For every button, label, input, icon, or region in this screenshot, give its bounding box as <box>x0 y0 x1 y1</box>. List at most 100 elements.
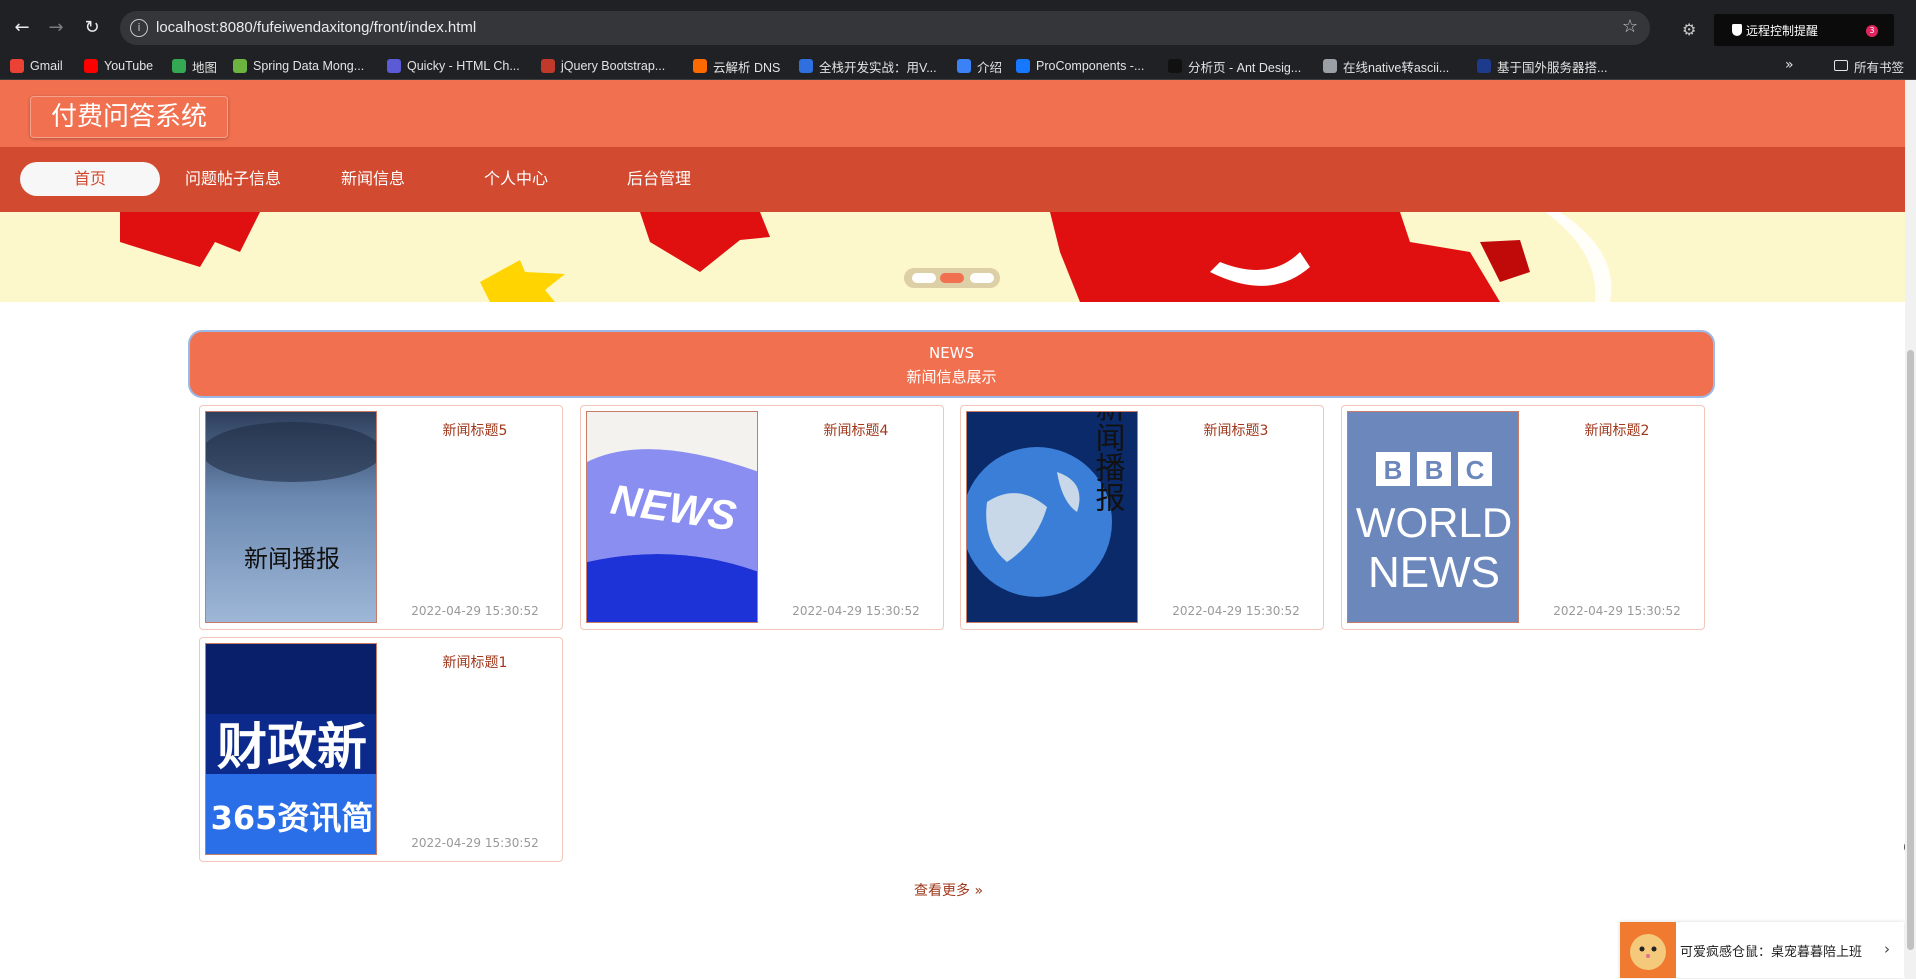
news-date: 2022-04-29 15:30:52 <box>792 604 920 618</box>
double-chevron-right-icon: » <box>974 883 984 899</box>
news-thumbnail[interactable]: 新闻播报 <box>966 411 1138 623</box>
section-title-cn: 新闻信息展示 <box>906 368 997 386</box>
bookmark-item[interactable]: 在线native转ascii... <box>1323 57 1449 75</box>
site-header: 付费问答系统 <box>0 80 1905 147</box>
section-title-en: NEWS <box>928 344 975 362</box>
news-card[interactable]: NEWS 新闻标题4 2022-04-29 15:30:52 <box>580 405 944 630</box>
news-title[interactable]: 新闻标题2 <box>1532 420 1702 440</box>
bookmark-item[interactable]: 云解析 DNS <box>693 57 780 75</box>
pet-widget-text: 可爱疯感仓鼠：桌宠暮暮陪上班 <box>1680 945 1863 960</box>
bookmark-label: 云解析 DNS <box>713 60 781 75</box>
news-title[interactable]: 新闻标题4 <box>771 420 941 440</box>
carousel-banner[interactable] <box>0 212 1905 302</box>
nav-home[interactable]: 首页 <box>20 162 160 196</box>
svg-text:WORLD: WORLD <box>1356 499 1512 546</box>
bookmark-item[interactable]: Spring Data Mong... <box>233 57 364 75</box>
news-card[interactable]: 新闻播报 新闻标题3 2022-04-29 15:30:52 <box>960 405 1324 630</box>
bookmark-label: 基于国外服务器搭... <box>1497 60 1608 75</box>
bookmark-item[interactable]: Gmail <box>10 57 63 75</box>
view-more-label: 查看更多 <box>914 883 970 899</box>
news-title[interactable]: 新闻标题5 <box>390 420 560 440</box>
address-bar[interactable]: i localhost:8080/fufeiwendaxitong/front/… <box>120 11 1650 45</box>
bookmark-item[interactable]: jQuery Bootstrap... <box>541 57 665 75</box>
scrollbar-thumb[interactable] <box>1907 350 1914 950</box>
news-card[interactable]: 财政新 365资讯简 新闻标题1 2022-04-29 15:30:52 <box>199 637 563 862</box>
carousel-dot-1[interactable] <box>912 273 936 283</box>
bookmark-favicon-icon <box>693 59 707 73</box>
bookmark-favicon-icon <box>172 59 186 73</box>
chevron-right-icon[interactable]: › <box>1884 940 1890 958</box>
bookmark-favicon-icon <box>957 59 971 73</box>
page-viewport: 付费问答系统 首页 问题帖子信息 新闻信息 个人中心 后台管理 NEWS 新闻信… <box>0 80 1905 979</box>
carousel-indicators <box>904 268 1000 288</box>
svg-text:财政新: 财政新 <box>217 718 367 776</box>
bookmark-item[interactable]: 全栈开发实战：用V... <box>799 57 937 75</box>
banner-illustration <box>120 212 1612 302</box>
bookmark-favicon-icon <box>233 59 247 73</box>
bookmark-item[interactable]: 介绍 <box>957 57 1002 75</box>
bookmark-item[interactable]: Quicky - HTML Ch... <box>387 57 520 75</box>
bookmark-label: Gmail <box>30 59 63 73</box>
view-more-link[interactable]: 查看更多 » <box>914 880 983 900</box>
main-nav: 首页 问题帖子信息 新闻信息 个人中心 后台管理 <box>0 147 1905 212</box>
browser-toolbar: ← → ↻ i localhost:8080/fufeiwendaxitong/… <box>0 8 1916 48</box>
svg-text:365资讯简: 365资讯简 <box>211 799 374 837</box>
page-scrollbar[interactable] <box>1905 80 1916 979</box>
svg-text:C: C <box>1466 455 1485 485</box>
news-thumbnail[interactable]: NEWS <box>586 411 758 623</box>
news-section-header: NEWS 新闻信息展示 <box>188 330 1715 398</box>
news-thumbnail[interactable]: 新闻播报 <box>205 411 377 623</box>
bookmark-label: 介绍 <box>977 60 1003 75</box>
all-bookmarks-label: 所有书签 <box>1854 61 1905 75</box>
bookmark-item[interactable]: 分析页 - Ant Desig... <box>1168 57 1301 75</box>
news-card[interactable]: 新闻播报 新闻标题5 2022-04-29 15:30:52 <box>199 405 563 630</box>
news-title[interactable]: 新闻标题1 <box>390 652 560 672</box>
remote-control-popup[interactable]: 远程控制提醒 3 <box>1714 14 1894 46</box>
carousel-dot-3[interactable] <box>970 273 994 283</box>
thumb-caption: 新闻播报 <box>244 545 340 573</box>
svg-text:NEWS: NEWS <box>1368 548 1500 597</box>
news-thumbnail[interactable]: B B C WORLD NEWS <box>1347 411 1519 623</box>
news-thumbnail[interactable]: 财政新 365资讯简 <box>205 643 377 855</box>
site-logo[interactable]: 付费问答系统 <box>30 96 228 138</box>
bookmark-label: jQuery Bootstrap... <box>561 59 666 73</box>
bookmark-label: Quicky - HTML Ch... <box>407 59 520 73</box>
bookmark-label: Spring Data Mong... <box>253 59 365 73</box>
shield-icon <box>1732 24 1742 36</box>
more-bookmarks-icon[interactable]: » <box>1785 57 1794 73</box>
bookmark-label: 在线native转ascii... <box>1343 60 1450 75</box>
nav-news[interactable]: 新闻信息 <box>303 162 443 196</box>
bookmark-favicon-icon <box>541 59 555 73</box>
svg-text:B: B <box>1425 455 1444 485</box>
site-info-icon[interactable]: i <box>130 19 148 37</box>
all-bookmarks-folder[interactable]: 所有书签 <box>1834 57 1904 76</box>
remote-control-text: 远程控制提醒 <box>1746 24 1819 38</box>
bookmark-item[interactable]: ProComponents -... <box>1016 57 1144 75</box>
bookmarks-bar: Gmail YouTube 地图 Spring Data Mong... Quicky … <box>0 52 1916 80</box>
url-text[interactable]: localhost:8080/fufeiwendaxitong/front/in… <box>156 19 476 36</box>
bookmark-favicon-icon <box>10 59 24 73</box>
bookmark-star-icon[interactable]: ☆ <box>1622 16 1638 37</box>
bookmark-favicon-icon <box>1477 59 1491 73</box>
nav-admin[interactable]: 后台管理 <box>589 162 729 196</box>
news-date: 2022-04-29 15:30:52 <box>411 604 539 618</box>
bookmark-item[interactable]: 地图 <box>172 57 217 75</box>
carousel-dot-2[interactable] <box>940 273 964 283</box>
forward-arrow-icon[interactable]: → <box>44 16 68 40</box>
bookmark-item[interactable]: YouTube <box>84 57 153 75</box>
folder-icon <box>1834 60 1848 71</box>
extension-icon[interactable]: ⚙ <box>1682 20 1696 39</box>
bookmark-favicon-icon <box>1016 59 1030 73</box>
desktop-pet-widget[interactable]: 可爱疯感仓鼠：桌宠暮暮陪上班 › <box>1620 922 1904 978</box>
back-arrow-icon[interactable]: ← <box>10 16 34 40</box>
browser-chrome: ← → ↻ i localhost:8080/fufeiwendaxitong/… <box>0 0 1916 58</box>
bookmark-item[interactable]: 基于国外服务器搭... <box>1477 57 1607 75</box>
news-date: 2022-04-29 15:30:52 <box>1172 604 1300 618</box>
bookmark-favicon-icon <box>84 59 98 73</box>
bookmark-favicon-icon <box>799 59 813 73</box>
reload-icon[interactable]: ↻ <box>80 16 104 40</box>
nav-profile[interactable]: 个人中心 <box>446 162 586 196</box>
news-title[interactable]: 新闻标题3 <box>1151 420 1321 440</box>
nav-questions[interactable]: 问题帖子信息 <box>163 162 303 196</box>
news-card[interactable]: B B C WORLD NEWS 新闻标题2 2022-04-29 15:30:… <box>1341 405 1705 630</box>
